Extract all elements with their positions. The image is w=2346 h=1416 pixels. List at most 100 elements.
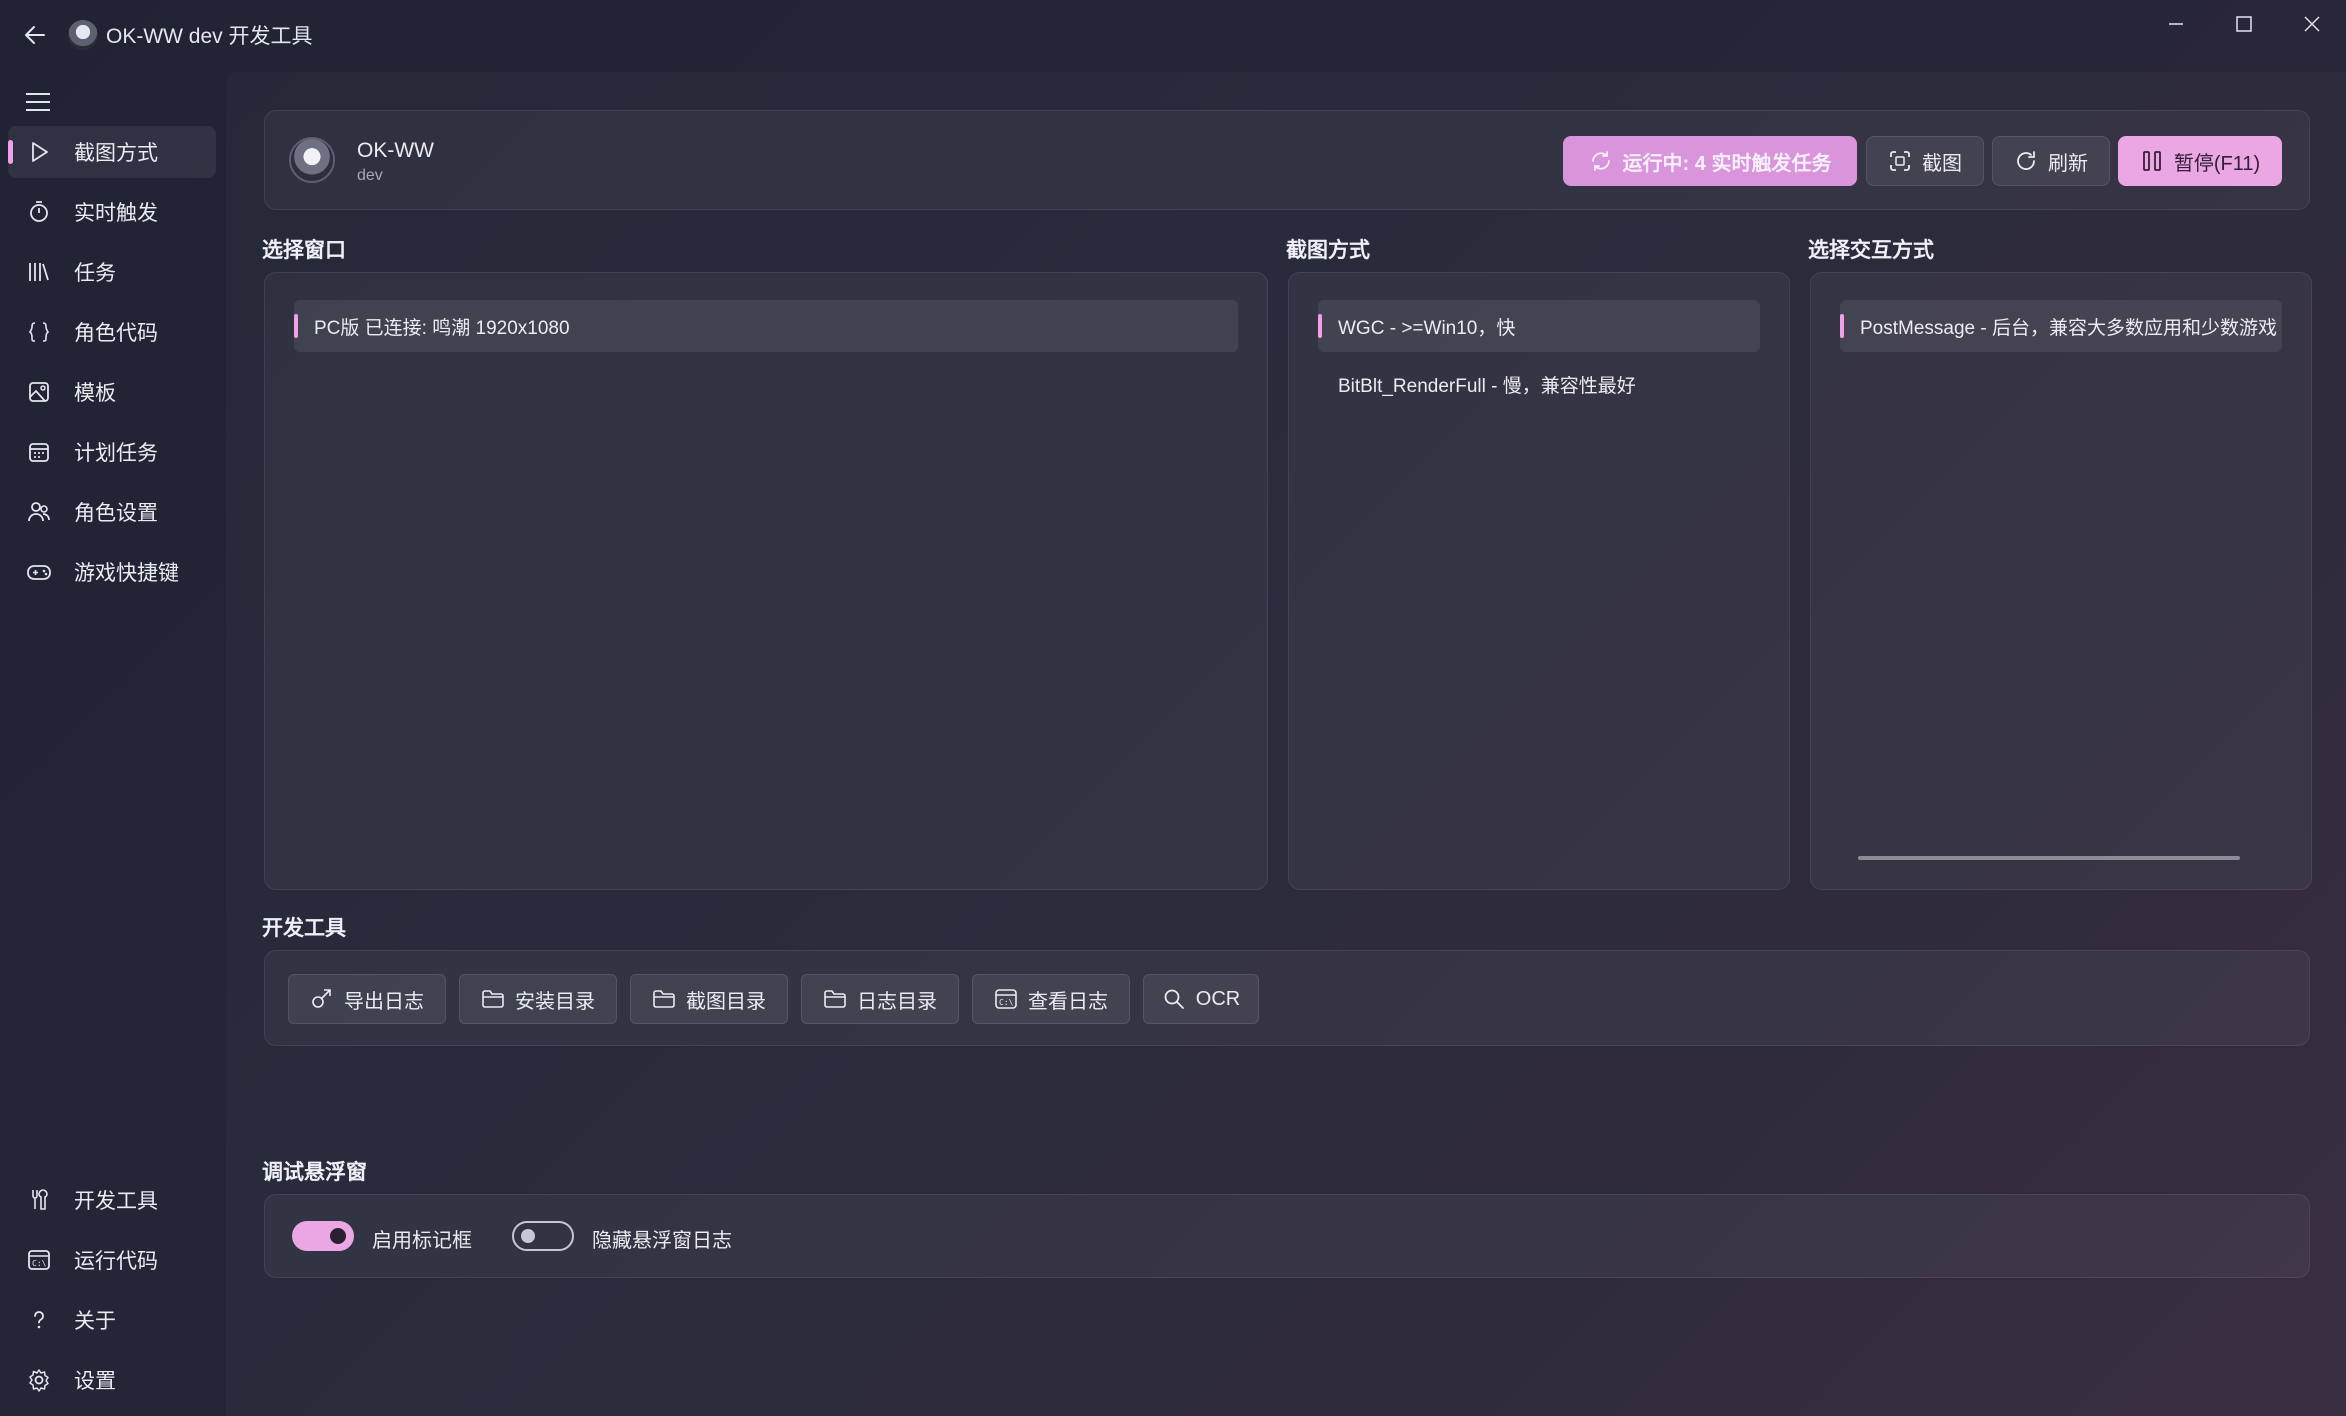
sidebar-item-dev-tools[interactable]: 开发工具 [8,1174,216,1226]
maximize-icon [2236,16,2252,32]
horizontal-scrollbar[interactable] [1858,856,2240,860]
title-bar: OK-WW dev 开发工具 [0,0,2346,70]
menu-toggle-button[interactable] [18,82,58,122]
hide-log-label: 隐藏悬浮窗日志 [592,1230,732,1252]
people-icon [24,497,54,527]
sidebar-item-label: 计划任务 [74,442,158,465]
play-icon [24,137,54,167]
hide-log-toggle[interactable] [512,1221,574,1251]
section-title-interaction: 选择交互方式 [1808,239,1934,262]
svg-text:C:\: C:\ [32,1259,47,1268]
tool-label: OCR [1195,987,1241,1010]
braces-icon [24,317,54,347]
gamepad-icon [24,557,54,587]
sidebar-item-game-hotkeys[interactable]: 游戏快捷键 [8,546,216,598]
sidebar-item-run-code[interactable]: C:\ 运行代码 [8,1234,216,1286]
sidebar-item-tasks[interactable]: 任务 [8,246,216,298]
sidebar-item-template[interactable]: 模板 [8,366,216,418]
sidebar-item-character-settings[interactable]: 角色设置 [8,486,216,538]
search-icon [1162,987,1186,1011]
sidebar-item-label: 模板 [74,382,116,405]
refresh-button[interactable]: 刷新 [1992,136,2110,186]
screenshot-dir-button[interactable]: 截图目录 [630,974,788,1024]
tool-label: 导出日志 [344,990,424,1013]
terminal-icon: C:\ [24,1245,54,1275]
sidebar-item-scheduled[interactable]: 计划任务 [8,426,216,478]
sidebar-item-label: 游戏快捷键 [74,562,179,585]
minimize-button[interactable] [2146,6,2206,42]
running-status-button[interactable]: 运行中: 4 实时触发任务 [1563,136,1857,186]
install-dir-button[interactable]: 安装目录 [459,974,617,1024]
app-logo [68,20,98,50]
avatar [289,137,335,183]
folder-icon [823,987,847,1011]
folder-icon [481,987,505,1011]
sidebar-item-settings[interactable]: 设置 [8,1354,216,1406]
screenshot-button[interactable]: 截图 [1866,136,1984,186]
app-name: OK-WW [357,139,434,162]
close-icon [2304,16,2320,32]
list-item[interactable]: PostMessage - 后台，兼容大多数应用和少数游戏 [1840,300,2282,352]
capture-item-label: WGC - >=Win10，快 [1338,317,1516,339]
back-button[interactable] [18,18,52,52]
pause-icon [2140,149,2164,173]
sidebar-item-realtime[interactable]: 实时触发 [8,186,216,238]
sidebar-item-about[interactable]: 关于 [8,1294,216,1346]
minimize-icon [2169,23,2183,25]
interaction-method-list [1810,272,2312,890]
running-status-label: 运行中: 4 实时触发任务 [1622,152,1832,175]
window-title: OK-WW dev 开发工具 [106,25,313,48]
sidebar-item-character-code[interactable]: 角色代码 [8,306,216,358]
arrow-left-icon [25,26,45,44]
pause-label: 暂停(F11) [2173,152,2261,175]
capture-item-label: BitBlt_RenderFull - 慢，兼容性最好 [1338,375,1636,397]
window-list [264,272,1268,890]
section-title-capture: 截图方式 [1286,239,1370,262]
section-title-devtools: 开发工具 [262,917,346,940]
tools-icon [24,1185,54,1215]
view-log-button[interactable]: C:\ 查看日志 [972,974,1130,1024]
calendar-icon [24,437,54,467]
sidebar-item-label: 任务 [74,262,116,285]
gear-icon [24,1365,54,1395]
hamburger-icon [26,93,50,111]
app-profile: dev [357,167,383,184]
tool-label: 截图目录 [686,990,766,1013]
sidebar-item-label: 角色设置 [74,502,158,525]
show-boxes-label: 启用标记框 [372,1230,472,1252]
close-button[interactable] [2282,6,2342,42]
terminal-icon: C:\ [994,987,1018,1011]
refresh-icon [2014,149,2038,173]
sidebar-item-capture[interactable]: 截图方式 [8,126,216,178]
question-icon [24,1305,54,1335]
list-item[interactable]: BitBlt_RenderFull - 慢，兼容性最好 [1318,358,1760,410]
refresh-label: 刷新 [2048,152,2088,175]
maximize-button[interactable] [2214,6,2274,42]
tool-label: 安装目录 [515,990,595,1013]
sidebar-item-label: 关于 [74,1310,116,1333]
image-icon [24,377,54,407]
sidebar-item-label: 实时触发 [74,202,158,225]
sidebar-item-label: 角色代码 [74,322,158,345]
screenshot-label: 截图 [1922,152,1962,175]
pause-button[interactable]: 暂停(F11) [2118,136,2282,186]
library-icon [24,257,54,287]
export-log-button[interactable]: 导出日志 [288,974,446,1024]
sidebar-item-label: 开发工具 [74,1190,158,1213]
sync-icon [1589,149,1613,173]
screenshot-icon [1888,149,1912,173]
svg-text:C:\: C:\ [999,998,1014,1007]
sidebar-item-label: 设置 [74,1370,116,1393]
sidebar: 截图方式 实时触发 任务 角色代码 模板 计划任务 角色设置 游戏快捷键 开发工… [0,70,224,1416]
section-title-debug: 调试悬浮窗 [262,1161,367,1184]
section-title-window: 选择窗口 [262,239,346,262]
list-item[interactable]: WGC - >=Win10，快 [1318,300,1760,352]
sidebar-item-label: 截图方式 [74,142,158,165]
list-item[interactable]: PC版 已连接: 鸣潮 1920x1080 [294,300,1238,352]
sidebar-item-label: 运行代码 [74,1250,158,1273]
tool-label: 查看日志 [1028,990,1108,1013]
show-boxes-toggle[interactable] [292,1221,354,1251]
log-dir-button[interactable]: 日志目录 [801,974,959,1024]
export-icon [310,987,334,1011]
ocr-button[interactable]: OCR [1143,974,1259,1024]
